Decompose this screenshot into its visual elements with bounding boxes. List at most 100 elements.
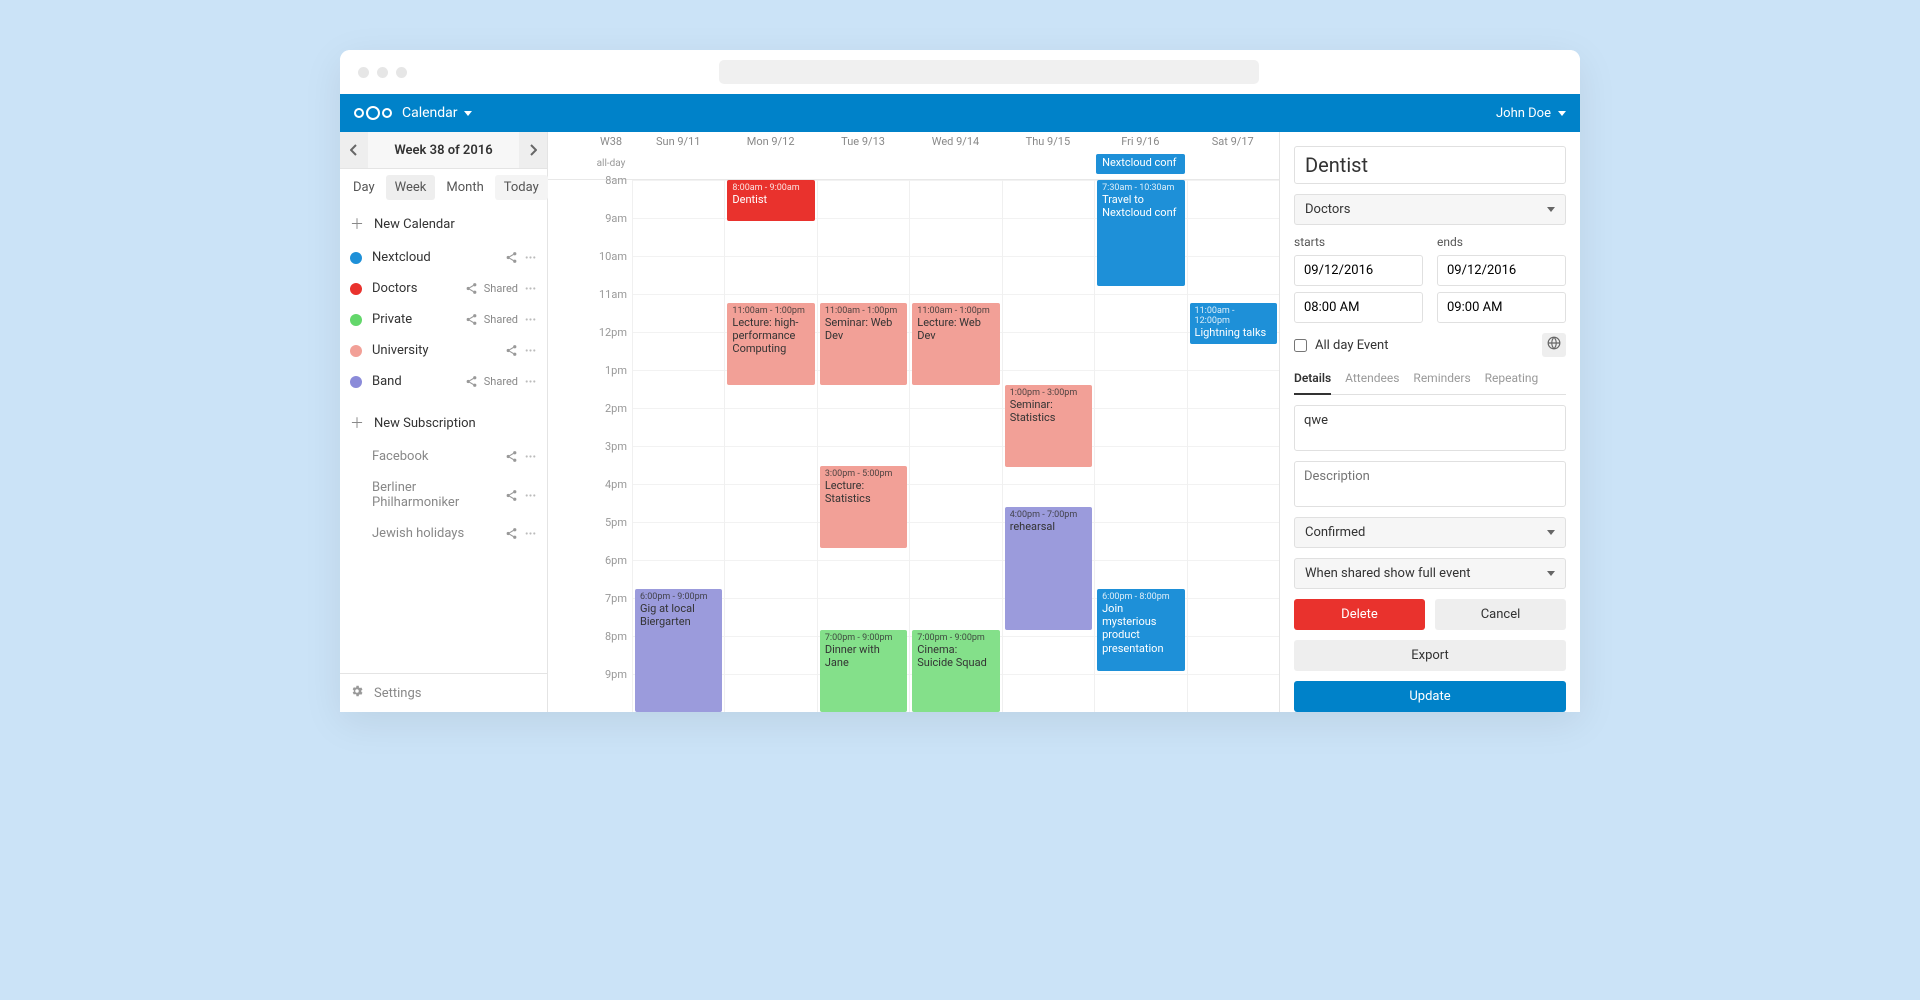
day-column[interactable]: 11:00am - 1:00pmSeminar: Web Dev 3:00pm -… [817,180,909,712]
event-title: Seminar: Web Dev [825,316,892,342]
calendar-item[interactable]: Doctors Shared [340,273,547,304]
event-calendar-select[interactable]: Doctors [1294,194,1566,225]
view-week-button[interactable]: Week [386,175,436,200]
new-calendar-label: New Calendar [374,217,537,232]
subscription-item[interactable]: Facebook [340,441,547,472]
calendar-event[interactable]: 7:00pm - 9:00pmCinema: Suicide Squad [912,630,999,712]
calendar-item[interactable]: Nextcloud [340,242,547,273]
day-column[interactable]: 11:00am - 1:00pmLecture: Web Dev 7:00pm -… [909,180,1001,712]
allday-event[interactable]: Nextcloud conf [1096,154,1184,174]
calendar-event[interactable]: 11:00am - 1:00pmSeminar: Web Dev [820,303,907,385]
share-icon[interactable] [505,489,518,502]
delete-button[interactable]: Delete [1294,599,1425,630]
timezone-button[interactable] [1542,333,1566,357]
calendar-event[interactable]: 7:30am - 10:30amTravel to Nextcloud conf [1097,180,1184,286]
day-column[interactable]: 11:00am - 12:00pmLightning talks [1187,180,1279,712]
url-bar[interactable] [719,60,1259,84]
more-icon[interactable] [524,527,537,540]
share-icon[interactable] [465,313,478,326]
next-week-button[interactable] [519,132,547,168]
share-icon[interactable] [505,251,518,264]
share-icon[interactable] [505,450,518,463]
calendar-item[interactable]: Private Shared [340,304,547,335]
calendar-color-dot [350,314,362,326]
update-button[interactable]: Update [1294,681,1566,712]
time-label: 10am [590,250,632,288]
time-label: 9am [590,212,632,250]
more-icon[interactable] [524,450,537,463]
tab-details[interactable]: Details [1294,367,1331,395]
more-icon[interactable] [524,313,537,326]
shared-indicator: Shared [484,375,518,388]
tab-repeating[interactable]: Repeating [1485,367,1539,394]
calendar-item[interactable]: University [340,335,547,366]
calendar-event[interactable]: 1:00pm - 3:00pmSeminar: Statistics [1005,385,1092,467]
calendar-event[interactable]: 11:00am - 1:00pmLecture: high-performanc… [727,303,814,385]
time-label: 6pm [590,554,632,592]
more-icon[interactable] [524,282,537,295]
day-column[interactable]: 8:00am - 9:00amDentist 11:00am - 1:00pmLe… [724,180,816,712]
calendar-event[interactable]: 8:00am - 9:00amDentist [727,180,814,221]
view-day-button[interactable]: Day [344,175,384,200]
calendar-item[interactable]: Band Shared [340,366,547,397]
day-column[interactable]: 6:00pm - 9:00pmGig at local Biergarten [632,180,724,712]
allday-checkbox[interactable] [1294,339,1307,352]
calendar-event[interactable]: 6:00pm - 8:00pmJoin mysterious product p… [1097,589,1184,671]
calendar-event[interactable]: 6:00pm - 9:00pmGig at local Biergarten [635,589,722,712]
today-button[interactable]: Today [495,175,548,200]
more-icon[interactable] [524,375,537,388]
user-menu[interactable]: John Doe [1496,106,1566,121]
event-title-input[interactable]: Dentist [1294,146,1566,184]
share-icon[interactable] [465,375,478,388]
day-column[interactable]: 1:00pm - 3:00pmSeminar: Statistics 4:00pm… [1002,180,1094,712]
event-description-input[interactable] [1294,461,1566,507]
more-icon[interactable] [524,344,537,357]
settings-button[interactable]: Settings [340,673,547,712]
share-icon[interactable] [505,527,518,540]
event-status-select[interactable]: Confirmed [1294,517,1566,548]
event-time: 7:00pm - 9:00pm [825,633,902,643]
app-switcher[interactable]: Calendar [402,105,472,121]
share-icon[interactable] [465,282,478,295]
event-share-mode-value: When shared show full event [1305,566,1471,581]
event-time: 7:00pm - 9:00pm [917,633,994,643]
calendar-name: Nextcloud [372,250,495,265]
more-icon[interactable] [524,251,537,264]
start-time-input[interactable] [1294,292,1423,323]
event-time: 3:00pm - 5:00pm [825,469,902,479]
subscription-item[interactable]: Berliner Philharmoniker [340,472,547,518]
subscription-item[interactable]: Jewish holidays [340,518,547,549]
new-subscription-button[interactable]: ＋ New Subscription [340,405,547,441]
calendar-event[interactable]: 3:00pm - 5:00pmLecture: Statistics [820,466,907,548]
browser-chrome [340,50,1580,94]
calendar-name: University [372,343,495,358]
event-notes-input[interactable] [1294,405,1566,451]
cancel-button[interactable]: Cancel [1435,599,1566,630]
calendar-color-dot [350,376,362,388]
share-icon[interactable] [505,344,518,357]
day-column[interactable]: 7:30am - 10:30amTravel to Nextcloud conf… [1094,180,1186,712]
end-time-input[interactable] [1437,292,1566,323]
new-calendar-button[interactable]: ＋ New Calendar [340,206,547,242]
start-date-input[interactable] [1294,255,1423,286]
event-time: 11:00am - 1:00pm [917,306,994,316]
event-title: Seminar: Statistics [1010,398,1056,424]
calendar-event[interactable]: 11:00am - 1:00pmLecture: Web Dev [912,303,999,385]
tab-attendees[interactable]: Attendees [1345,367,1399,394]
subscription-name: Jewish holidays [372,526,495,541]
chevron-down-icon [1547,571,1555,576]
end-date-input[interactable] [1437,255,1566,286]
tab-reminders[interactable]: Reminders [1413,367,1470,394]
event-tabs: Details Attendees Reminders Repeating [1294,367,1566,395]
prev-week-button[interactable] [340,132,368,168]
event-share-mode-select[interactable]: When shared show full event [1294,558,1566,589]
event-time: 6:00pm - 9:00pm [640,592,717,602]
more-icon[interactable] [524,489,537,502]
day-headers: W38 Sun 9/11Mon 9/12Tue 9/13Wed 9/14Thu … [548,132,1279,152]
view-month-button[interactable]: Month [437,175,492,200]
calendar-event[interactable]: 4:00pm - 7:00pmrehearsal [1005,507,1092,630]
current-period-label[interactable]: Week 38 of 2016 [368,132,519,168]
export-button[interactable]: Export [1294,640,1566,671]
calendar-event[interactable]: 11:00am - 12:00pmLightning talks [1190,303,1277,344]
calendar-event[interactable]: 7:00pm - 9:00pmDinner with Jane [820,630,907,712]
